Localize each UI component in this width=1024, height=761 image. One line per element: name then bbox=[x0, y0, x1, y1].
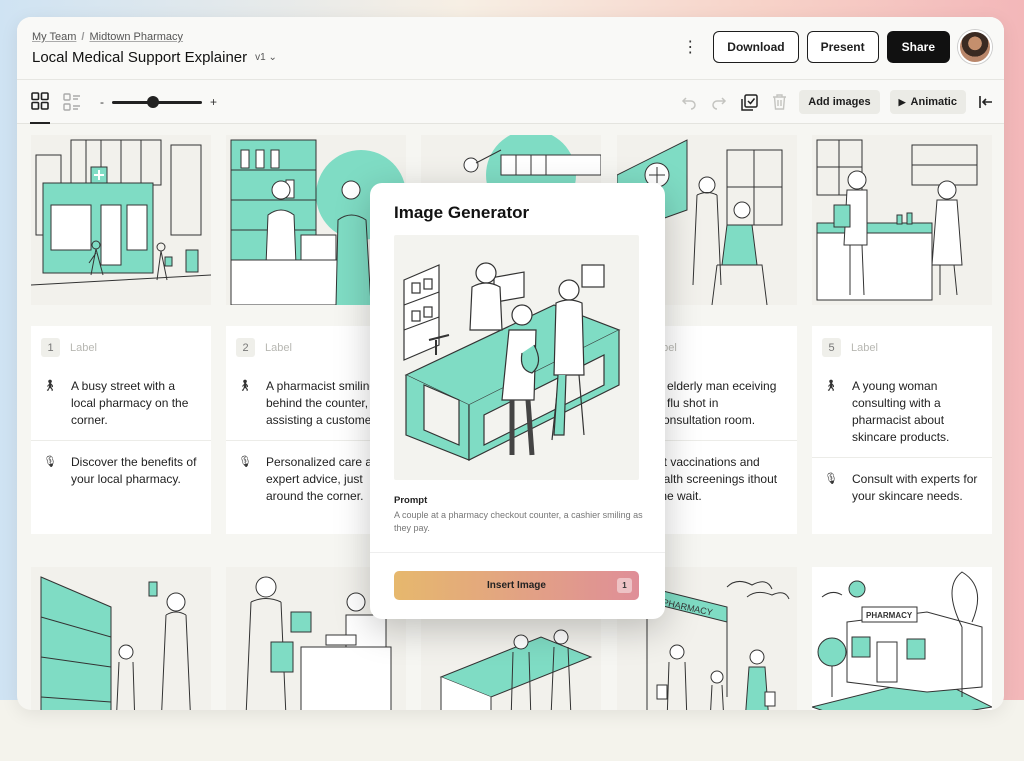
collapse-panel-icon bbox=[979, 96, 992, 108]
toolbar: - + Add images ▶ Animatic bbox=[17, 80, 1004, 124]
scene-details: 5 Label 🚶︎ A young woman consulting with a… bbox=[812, 326, 992, 534]
scene-label-text: Label bbox=[265, 341, 292, 354]
walking-person-icon: 🚶︎ bbox=[824, 380, 838, 392]
action-text: n elderly man eceiving a flu shot in con… bbox=[657, 379, 777, 427]
breadcrumb-project[interactable]: Midtown Pharmacy bbox=[89, 31, 183, 43]
kids-shelf-illustration bbox=[40, 576, 191, 710]
scene-image[interactable]: PHARMACY bbox=[812, 567, 992, 710]
scene-label-text: Label bbox=[70, 341, 97, 354]
breadcrumb: My Team / Midtown Pharmacy bbox=[32, 31, 184, 43]
store-sign-text: PHARMACY bbox=[866, 611, 913, 620]
top-bar: My Team / Midtown Pharmacy Local Medical S… bbox=[17, 17, 1004, 80]
zoom-slider-handle[interactable] bbox=[147, 95, 160, 108]
insert-count-badge: 1 bbox=[617, 578, 632, 593]
more-options-icon[interactable]: ⋮ bbox=[681, 32, 699, 62]
action-text: A busy street with a local pharmacy on t… bbox=[71, 379, 189, 427]
action-text: A young woman consulting with a pharmaci… bbox=[852, 379, 950, 444]
chevron-down-icon: ⌄ bbox=[268, 52, 277, 63]
checkbox-stack-icon bbox=[741, 93, 758, 111]
present-button[interactable]: Present bbox=[806, 31, 879, 63]
page-title: Local Medical Support Explainer bbox=[32, 49, 248, 66]
skincare-consultation-illustration bbox=[816, 139, 978, 301]
modal-divider bbox=[370, 552, 665, 553]
scene-number: 5 bbox=[822, 338, 841, 357]
divider bbox=[812, 457, 992, 458]
redo-icon bbox=[712, 97, 727, 110]
walking-person-icon: 🚶︎ bbox=[43, 380, 57, 392]
trash-icon bbox=[772, 94, 786, 110]
avatar[interactable] bbox=[958, 30, 992, 64]
list-view-icon bbox=[63, 93, 80, 111]
action-row[interactable]: 🚶︎ A busy street with a local pharmacy on… bbox=[43, 378, 199, 429]
select-all-button[interactable] bbox=[739, 92, 759, 112]
insert-image-label: Insert Image bbox=[487, 580, 546, 591]
scene-label-text: Label bbox=[851, 341, 878, 354]
scene-image[interactable] bbox=[812, 135, 992, 305]
prompt-text[interactable]: A couple at a pharmacy checkout counter,… bbox=[394, 509, 644, 535]
animatic-label: Animatic bbox=[910, 96, 957, 108]
image-generator-modal: Image Generator Prompt A couple at a pha… bbox=[370, 183, 665, 619]
modal-title: Image Generator bbox=[394, 203, 530, 222]
microphone-icon: 🎙︎ bbox=[43, 456, 57, 468]
grid-view-icon bbox=[31, 92, 49, 110]
undo-button[interactable] bbox=[679, 92, 699, 112]
download-button[interactable]: Download bbox=[713, 31, 799, 63]
scene-details: 1 Label 🚶︎ A busy street with a local phar… bbox=[31, 326, 211, 534]
scene-label[interactable]: 5 Label bbox=[822, 338, 878, 357]
zoom-control: - + bbox=[100, 95, 217, 109]
voiceover-row[interactable]: 🎙︎ Discover the benefits of your local ph… bbox=[43, 454, 199, 488]
zoom-slider[interactable] bbox=[112, 95, 202, 108]
action-row[interactable]: 🚶︎ A young woman consulting with a pharma… bbox=[824, 378, 980, 446]
voiceover-text: Discover the benefits of your local phar… bbox=[71, 455, 197, 486]
microphone-icon: 🎙︎ bbox=[824, 473, 838, 485]
generated-image-preview[interactable] bbox=[394, 235, 639, 480]
microphone-icon: 🎙︎ bbox=[238, 456, 252, 468]
pharmacy-street-illustration bbox=[31, 139, 211, 286]
document-title[interactable]: Local Medical Support Explainer v1 ⌄ bbox=[32, 49, 277, 66]
insert-image-button[interactable]: Insert Image 1 bbox=[394, 571, 639, 600]
walking-person-icon: 🚶︎ bbox=[238, 380, 252, 392]
voiceover-row[interactable]: 🎙︎ Consult with experts for your skincare… bbox=[824, 471, 980, 505]
add-images-label: Add images bbox=[808, 96, 871, 108]
voiceover-text: Consult with experts for your skincare n… bbox=[852, 472, 978, 503]
undo-icon bbox=[682, 97, 696, 110]
redo-button[interactable] bbox=[709, 92, 729, 112]
checkout-counter-illustration bbox=[403, 262, 621, 461]
zoom-in-button[interactable]: + bbox=[210, 95, 217, 109]
header-actions: ⋮ Download Present Share bbox=[681, 30, 992, 64]
scene-label[interactable]: 1 Label bbox=[41, 338, 97, 357]
scene-label[interactable]: 2 Label bbox=[236, 338, 292, 357]
add-images-button[interactable]: Add images bbox=[799, 90, 880, 114]
version-select[interactable]: v1 ⌄ bbox=[255, 52, 277, 63]
pharmacy-building-illustration: PHARMACY bbox=[812, 571, 992, 710]
voiceover-text: et vaccinations and ealth screenings ith… bbox=[657, 455, 778, 503]
scene-image[interactable] bbox=[31, 567, 211, 710]
delete-button[interactable] bbox=[769, 92, 789, 112]
toolbar-right: Add images ▶ Animatic bbox=[679, 80, 996, 124]
collapse-panel-button[interactable] bbox=[976, 92, 996, 112]
list-view-toggle[interactable] bbox=[62, 92, 82, 112]
scene-image[interactable] bbox=[31, 135, 211, 305]
play-icon: ▶ bbox=[898, 96, 906, 107]
share-button[interactable]: Share bbox=[886, 31, 950, 63]
scene-number: 2 bbox=[236, 338, 255, 357]
breadcrumb-team[interactable]: My Team bbox=[32, 31, 76, 43]
grid-view-toggle[interactable] bbox=[30, 80, 50, 124]
prompt-label: Prompt bbox=[394, 495, 428, 506]
divider bbox=[31, 440, 211, 441]
animatic-button[interactable]: ▶ Animatic bbox=[889, 90, 966, 114]
scene-number: 1 bbox=[41, 338, 60, 357]
toolbar-left: - + bbox=[30, 80, 217, 124]
zoom-out-button[interactable]: - bbox=[100, 95, 104, 109]
version-label: v1 bbox=[255, 52, 266, 63]
